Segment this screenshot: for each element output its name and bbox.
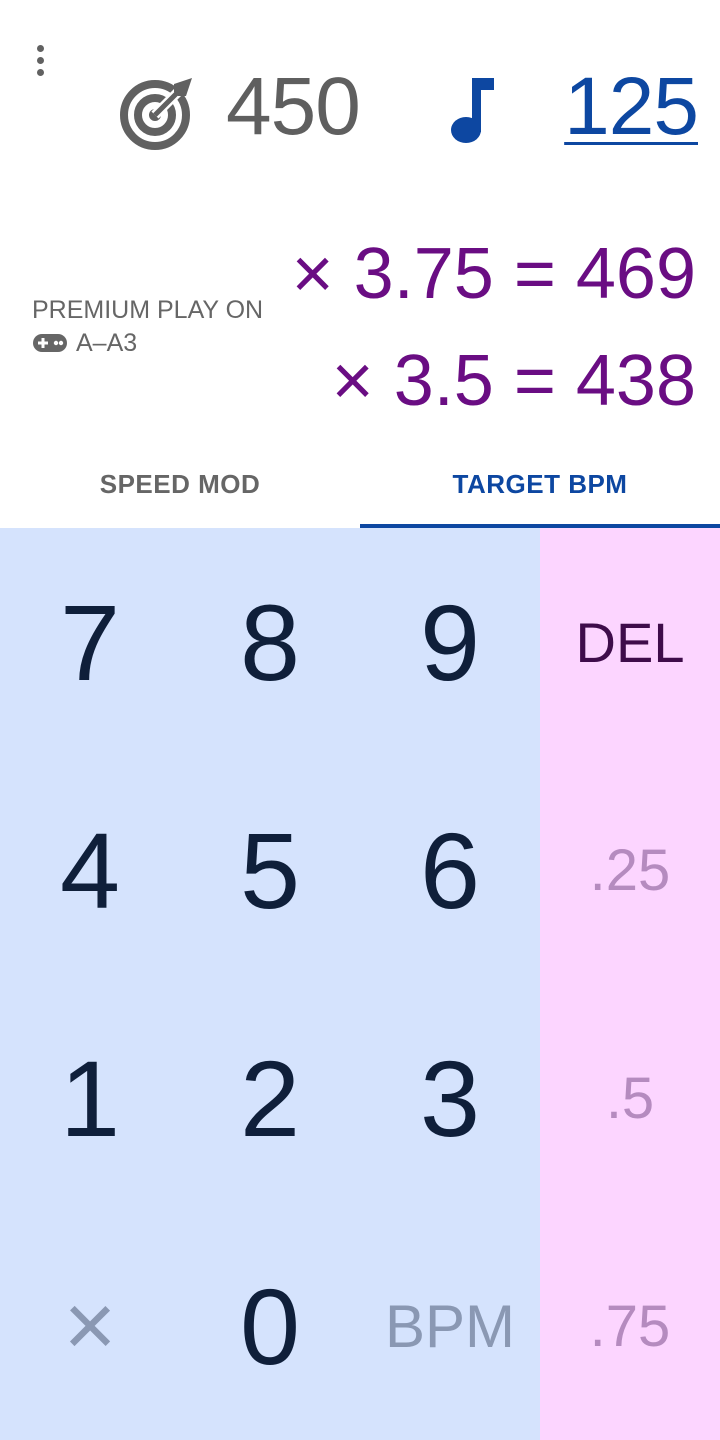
key-1[interactable]: 1 bbox=[0, 984, 180, 1212]
premium-range-text: A–A3 bbox=[76, 328, 138, 357]
premium-label: PREMIUM PLAY ON bbox=[32, 296, 264, 324]
key-delete[interactable]: DEL bbox=[540, 528, 720, 756]
key-5[interactable]: 5 bbox=[180, 756, 360, 984]
menu-dot bbox=[36, 56, 44, 64]
menu-dot bbox=[36, 68, 44, 76]
target-icon bbox=[120, 78, 192, 150]
calc-result-1: × 3.75 = 469 bbox=[291, 234, 696, 314]
key-3[interactable]: 3 bbox=[360, 984, 540, 1212]
premium-range: A–A3 bbox=[32, 327, 263, 360]
calc-result-2: × 3.5 = 438 bbox=[331, 341, 696, 421]
menu-dot bbox=[36, 44, 44, 52]
key-quarter[interactable]: .25 bbox=[540, 756, 720, 984]
more-vert-icon[interactable] bbox=[20, 38, 60, 82]
music-note-icon bbox=[451, 78, 494, 143]
target-value[interactable]: 450 bbox=[226, 66, 361, 148]
bpm-value[interactable]: 125 bbox=[564, 66, 699, 148]
key-half[interactable]: .5 bbox=[540, 984, 720, 1212]
key-9[interactable]: 9 bbox=[360, 528, 540, 756]
keypad: 7 8 9 DEL 4 5 6 .25 1 2 3 .5 × 0 BPM .75 bbox=[0, 528, 720, 1440]
mode-tabs: SPEED MOD TARGET BPM bbox=[0, 440, 720, 528]
tab-speed-mod[interactable]: SPEED MOD bbox=[0, 440, 360, 528]
key-bpm[interactable]: BPM bbox=[360, 1212, 540, 1440]
key-6[interactable]: 6 bbox=[360, 756, 540, 984]
key-8[interactable]: 8 bbox=[180, 528, 360, 756]
tab-target-bpm[interactable]: TARGET BPM bbox=[360, 440, 720, 528]
key-0[interactable]: 0 bbox=[180, 1212, 360, 1440]
key-2[interactable]: 2 bbox=[180, 984, 360, 1212]
key-7[interactable]: 7 bbox=[0, 528, 180, 756]
key-three-quarters[interactable]: .75 bbox=[540, 1212, 720, 1440]
key-4[interactable]: 4 bbox=[0, 756, 180, 984]
gamepad-icon bbox=[33, 333, 67, 352]
key-multiply[interactable]: × bbox=[0, 1212, 180, 1440]
premium-play-info: PREMIUM PLAY ON A–A3 bbox=[32, 294, 263, 359]
